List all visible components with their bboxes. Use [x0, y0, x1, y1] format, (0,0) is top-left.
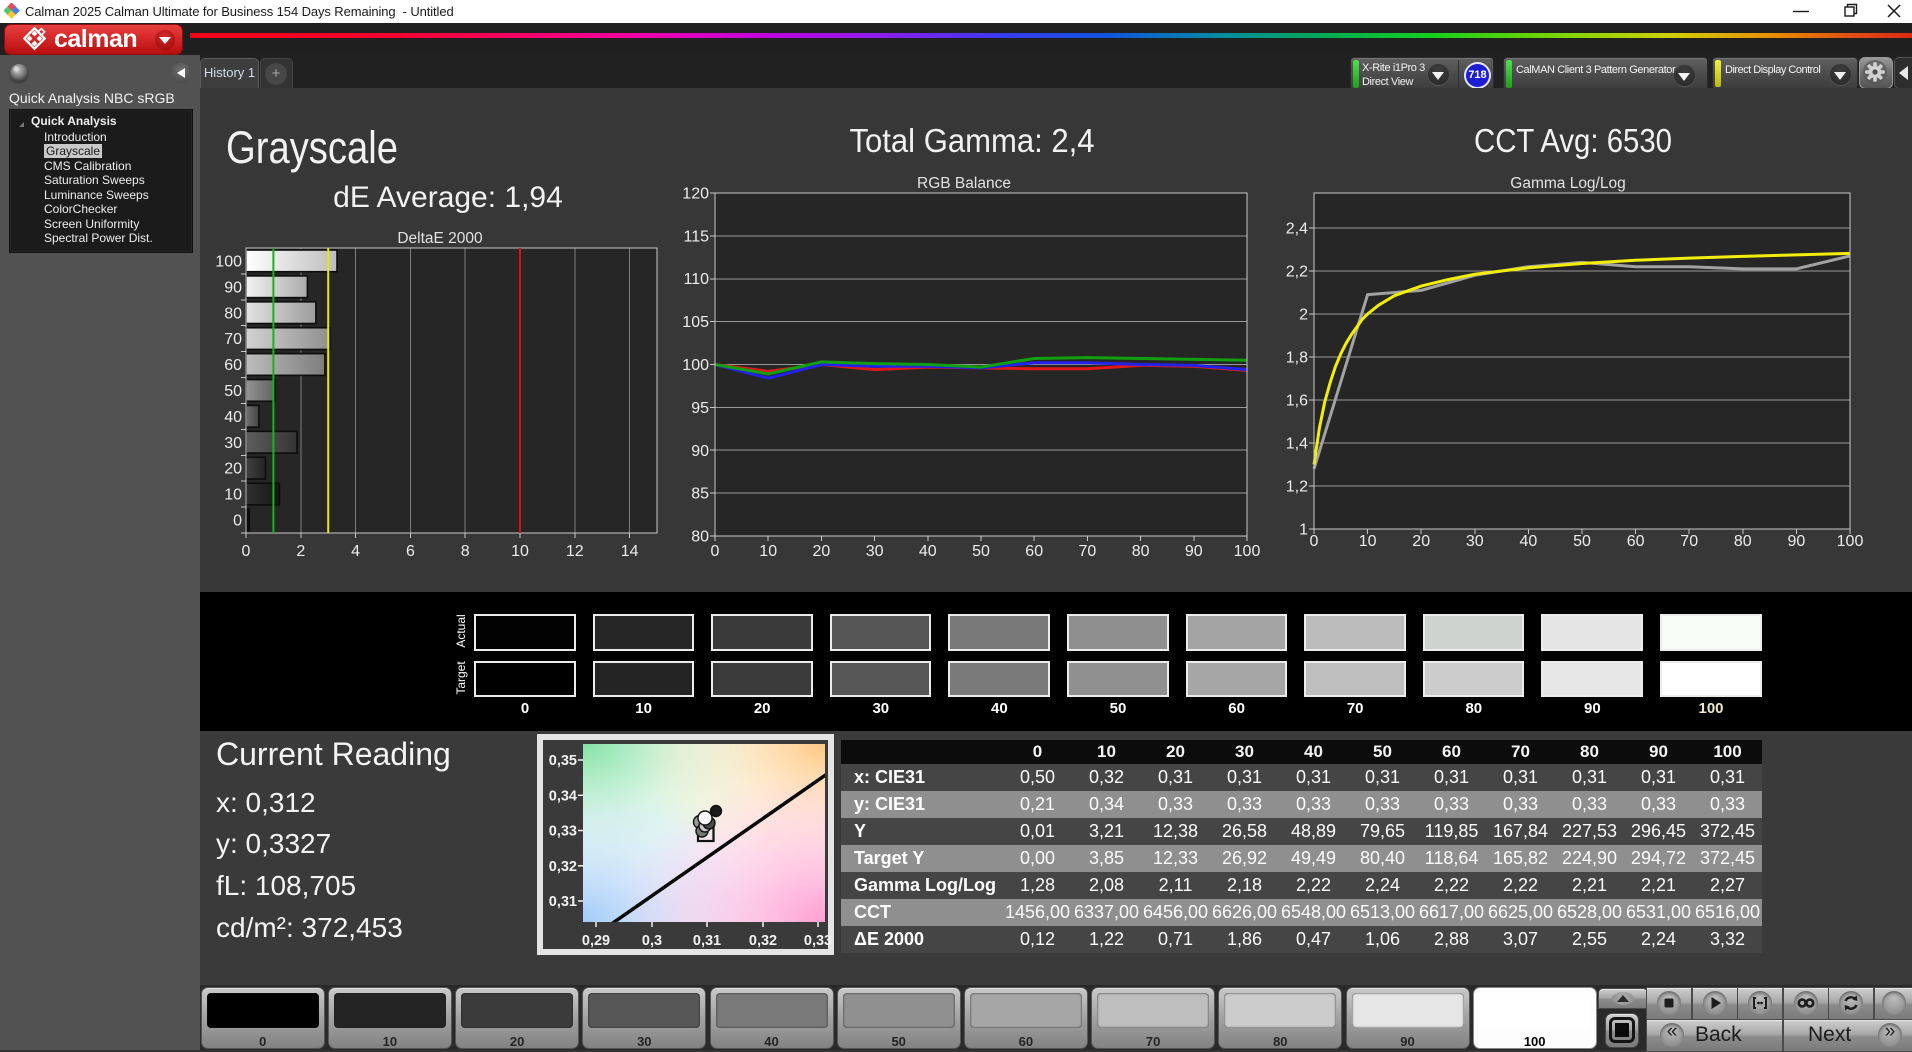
svg-text:1,6: 1,6: [1286, 393, 1308, 410]
svg-text:Grayscale: Grayscale: [226, 122, 398, 173]
svg-text:Gamma Log/Log: Gamma Log/Log: [1510, 175, 1625, 192]
svg-text:0,31: 0,31: [693, 933, 721, 949]
svg-text:0: 0: [242, 543, 251, 560]
svg-text:4: 4: [351, 543, 360, 560]
svg-text:100: 100: [682, 357, 709, 374]
svg-text:6: 6: [406, 543, 415, 560]
svg-text:90: 90: [1788, 533, 1806, 550]
svg-text:105: 105: [682, 314, 709, 331]
svg-text:30: 30: [1466, 533, 1484, 550]
svg-text:70: 70: [224, 331, 242, 348]
svg-text:50: 50: [224, 383, 242, 400]
svg-text:70: 70: [1680, 533, 1698, 550]
svg-text:1,4: 1,4: [1286, 436, 1308, 453]
svg-text:CCT Avg: 6530: CCT Avg: 6530: [1474, 122, 1672, 159]
svg-text:90: 90: [1185, 543, 1203, 560]
svg-text:80: 80: [691, 529, 709, 546]
svg-text:1,8: 1,8: [1286, 350, 1308, 367]
svg-text:0: 0: [711, 543, 720, 560]
svg-text:1,2: 1,2: [1286, 479, 1308, 496]
svg-text:Total Gamma: 2,4: Total Gamma: 2,4: [850, 122, 1095, 159]
svg-text:0,35: 0,35: [549, 753, 577, 769]
svg-text:85: 85: [691, 486, 709, 503]
svg-text:40: 40: [224, 409, 242, 426]
svg-text:115: 115: [683, 228, 709, 245]
svg-text:0,33: 0,33: [549, 824, 577, 840]
svg-text:90: 90: [691, 443, 709, 460]
svg-text:10: 10: [511, 543, 529, 560]
svg-text:60: 60: [1025, 543, 1043, 560]
svg-text:50: 50: [972, 543, 990, 560]
svg-text:10: 10: [1359, 533, 1377, 550]
svg-text:20: 20: [1412, 533, 1430, 550]
svg-text:100: 100: [1837, 533, 1864, 550]
svg-text:100: 100: [215, 254, 242, 271]
svg-text:2,2: 2,2: [1286, 264, 1308, 281]
svg-text:10: 10: [759, 543, 777, 560]
svg-text:0,3: 0,3: [642, 933, 662, 949]
svg-text:0: 0: [233, 513, 242, 530]
svg-text:0,32: 0,32: [749, 933, 777, 949]
svg-text:RGB Balance: RGB Balance: [917, 175, 1011, 192]
svg-text:2: 2: [296, 543, 305, 560]
svg-text:0,34: 0,34: [549, 788, 577, 804]
svg-text:30: 30: [866, 543, 884, 560]
svg-text:80: 80: [1132, 543, 1150, 560]
svg-text:14: 14: [621, 543, 639, 560]
svg-text:2,4: 2,4: [1286, 221, 1308, 238]
svg-text:10: 10: [224, 487, 242, 504]
svg-text:dE Average: 1,94: dE Average: 1,94: [333, 181, 563, 214]
svg-text:2: 2: [1299, 307, 1308, 324]
svg-text:30: 30: [224, 435, 242, 452]
svg-text:DeltaE 2000: DeltaE 2000: [397, 230, 483, 247]
svg-text:100: 100: [1234, 543, 1261, 560]
svg-text:40: 40: [1520, 533, 1538, 550]
svg-text:90: 90: [224, 279, 242, 296]
svg-text:0,33: 0,33: [804, 933, 832, 949]
svg-text:110: 110: [683, 271, 709, 288]
svg-text:20: 20: [224, 461, 242, 478]
svg-text:0: 0: [1310, 533, 1319, 550]
svg-text:20: 20: [813, 543, 831, 560]
svg-text:70: 70: [1079, 543, 1097, 560]
svg-text:120: 120: [682, 186, 709, 203]
svg-text:12: 12: [566, 543, 584, 560]
svg-text:95: 95: [691, 400, 709, 417]
svg-text:60: 60: [224, 357, 242, 374]
svg-text:60: 60: [1627, 533, 1645, 550]
svg-text:50: 50: [1573, 533, 1591, 550]
svg-text:0,31: 0,31: [549, 894, 577, 910]
svg-text:0,29: 0,29: [582, 933, 610, 949]
svg-text:8: 8: [461, 543, 470, 560]
svg-text:40: 40: [919, 543, 937, 560]
svg-text:80: 80: [224, 305, 242, 322]
svg-text:1: 1: [1299, 522, 1308, 539]
svg-text:0,32: 0,32: [549, 859, 577, 875]
svg-text:80: 80: [1734, 533, 1752, 550]
